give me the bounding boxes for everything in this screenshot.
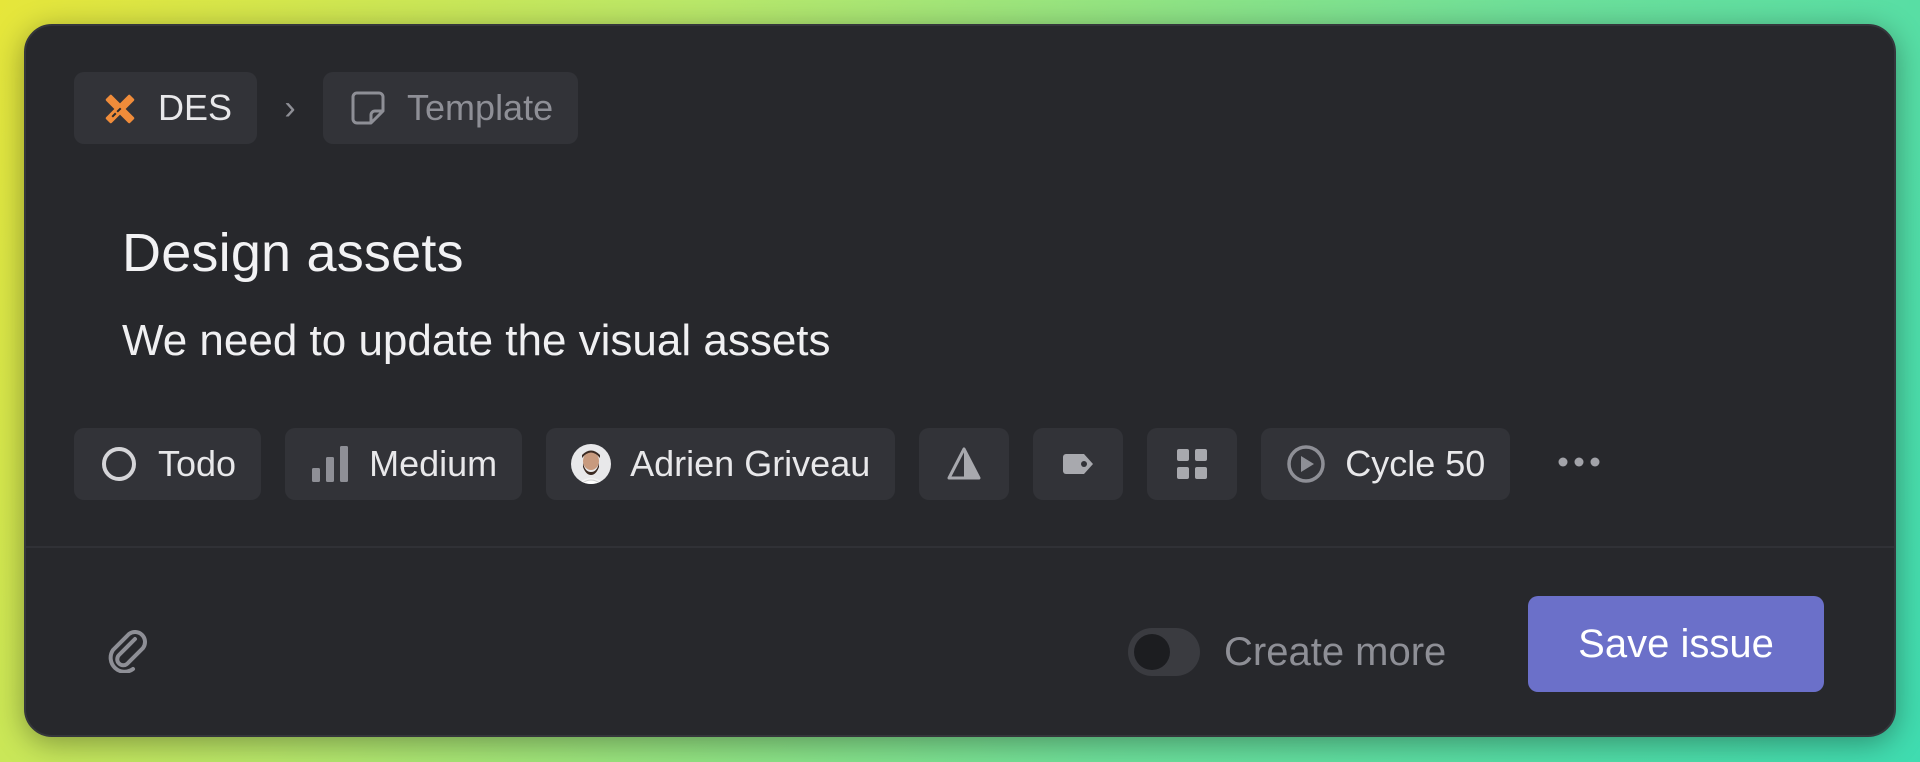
issue-description-input[interactable]: We need to update the visual assets [122,316,831,366]
cycle-button[interactable]: Cycle 50 [1261,428,1511,500]
assignee-label: Adrien Griveau [630,443,871,484]
toggle-knob [1134,634,1170,670]
issue-title-input[interactable]: Design assets [122,222,464,284]
project-grid-icon [1172,444,1212,484]
create-more-label: Create more [1224,629,1447,674]
create-more-toggle[interactable] [1128,628,1200,676]
cycle-label: Cycle 50 [1345,443,1486,484]
create-more-control[interactable]: Create more [1128,616,1446,688]
save-issue-button[interactable]: Save issue [1528,596,1824,692]
design-tools-icon [99,88,139,128]
priority-label: Medium [369,443,498,484]
footer-divider [26,546,1894,548]
assignee-button[interactable]: Adrien Griveau [546,428,896,500]
priority-bars-icon [310,444,350,484]
todo-circle-icon [99,444,139,484]
issue-properties-bar: Todo Medium Adrien Griveau Cycle 50 [74,428,1624,500]
template-label: Template [407,87,554,128]
labels-button[interactable] [1033,428,1124,500]
more-options-button[interactable] [1534,428,1624,500]
note-icon [348,88,388,128]
tag-icon [1058,444,1098,484]
new-issue-modal: DES › Template Design assets We need to … [24,24,1896,737]
template-selector[interactable]: Template [323,72,579,144]
team-selector[interactable]: DES [74,72,258,144]
breadcrumb: DES › Template [74,72,579,144]
status-button[interactable]: Todo [74,428,262,500]
cycle-play-icon [1286,444,1326,484]
estimate-triangle-icon [944,444,984,484]
status-label: Todo [158,443,237,484]
team-label: DES [158,87,233,128]
paperclip-icon [105,627,151,678]
more-dots-icon [1557,455,1601,473]
project-button[interactable] [1147,428,1238,500]
estimate-button[interactable] [919,428,1010,500]
breadcrumb-separator: › [284,88,296,127]
avatar [571,444,612,484]
priority-button[interactable]: Medium [285,428,523,500]
attach-button[interactable] [98,622,158,682]
